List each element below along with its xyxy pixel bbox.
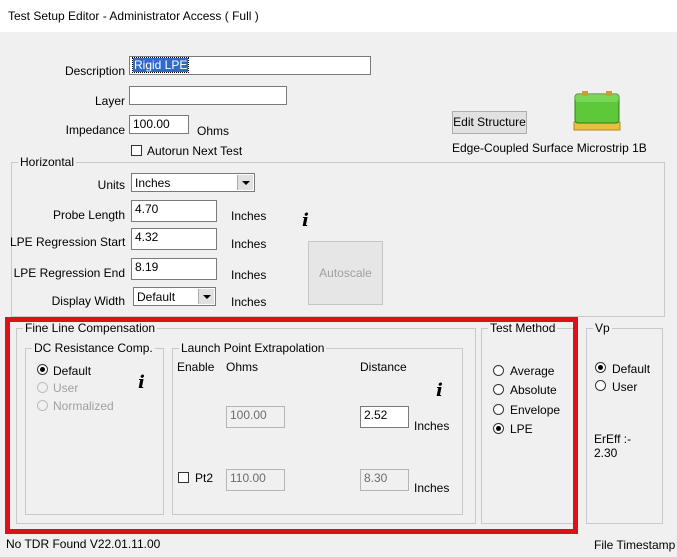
status-right: File Timestamp :- [594, 538, 677, 552]
display-width-select[interactable]: Default [133, 287, 216, 306]
lpe-end-input[interactable]: 8.19 [131, 258, 217, 280]
lpe-end-unit: Inches [231, 268, 267, 282]
status-left: No TDR Found V22.01.11.00 [6, 537, 161, 551]
display-width-unit: Inches [231, 295, 267, 309]
vp-group: Vp [586, 321, 663, 524]
units-select[interactable]: Inches [131, 173, 255, 192]
description-value: Rigid LPE [131, 57, 190, 73]
units-label: Units [97, 178, 125, 192]
autorun-checkbox[interactable] [131, 145, 142, 156]
probe-length-input[interactable]: 4.70 [131, 200, 217, 222]
ereff-label: ErEff :- [594, 432, 632, 446]
green-pcb-structure-icon [573, 91, 621, 131]
structure-name: Edge-Coupled Surface Microstrip 1B [452, 141, 647, 155]
probe-length-label: Probe Length [52, 208, 125, 222]
impedance-input[interactable]: 100.00 [129, 115, 189, 134]
vp-user-radio[interactable] [595, 380, 606, 391]
units-value: Inches [135, 176, 171, 190]
highlight-box [5, 317, 578, 534]
impedance-label: Impedance [65, 123, 125, 137]
impedance-unit: Ohms [197, 124, 230, 138]
layer-input[interactable] [129, 86, 287, 105]
layer-label: Layer [94, 94, 125, 108]
vp-title: Vp [593, 321, 612, 335]
chevron-down-icon[interactable] [237, 175, 253, 190]
display-width-label: Display Width [51, 294, 125, 308]
lpe-start-label: LPE Regression Start [10, 235, 126, 249]
vp-user-label: User [612, 380, 638, 394]
autoscale-button[interactable]: Autoscale [308, 241, 383, 305]
chevron-down-icon[interactable] [198, 289, 214, 304]
vp-default-label: Default [612, 362, 651, 376]
lpe-start-input[interactable]: 4.32 [131, 228, 217, 250]
title-bar: Test Setup Editor - Administrator Access… [0, 0, 677, 32]
edit-structure-button[interactable]: Edit Structure [452, 111, 527, 134]
lpe-end-label: LPE Regression End [13, 266, 125, 280]
window-title: Test Setup Editor - Administrator Access… [8, 9, 259, 23]
autorun-label: Autorun Next Test [147, 144, 243, 158]
ereff-value: 2.30 [594, 446, 618, 460]
probe-length-unit: Inches [231, 209, 267, 223]
vp-default-radio[interactable] [595, 362, 606, 373]
info-icon[interactable]: i [302, 210, 309, 231]
description-label: Description [64, 64, 125, 78]
lpe-start-unit: Inches [231, 237, 267, 251]
horizontal-title: Horizontal [18, 155, 77, 169]
display-width-value: Default [137, 290, 176, 304]
description-input[interactable]: Rigid LPE [129, 56, 371, 75]
